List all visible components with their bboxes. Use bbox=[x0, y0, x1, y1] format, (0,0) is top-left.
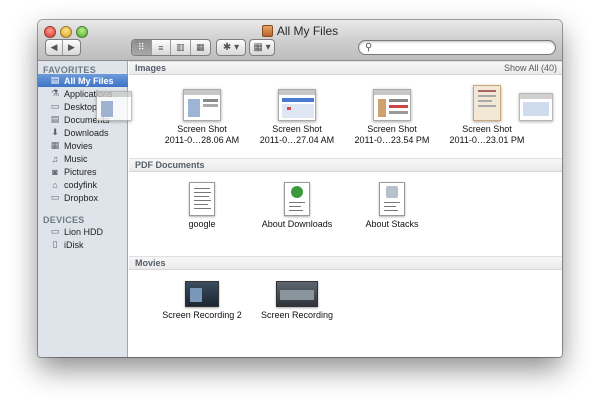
pictures-icon: ◙ bbox=[52, 166, 58, 177]
devices-heading: DEVICES bbox=[43, 215, 85, 225]
search-field[interactable]: ⚲ bbox=[358, 40, 556, 55]
screenshot-thumbnail bbox=[183, 89, 221, 121]
movie-file-item[interactable]: Screen Recording 2 bbox=[154, 281, 250, 321]
file-name: google bbox=[188, 219, 216, 229]
pdf-file-item[interactable]: google bbox=[154, 182, 250, 230]
applications-icon: ⚗ bbox=[50, 88, 60, 98]
sidebar-item-label: Movies bbox=[64, 140, 93, 151]
arrange-icon: ▦ ▾ bbox=[253, 42, 271, 53]
pdf-section-title: PDF Documents bbox=[135, 160, 205, 170]
forward-arrow-icon: ▶ bbox=[68, 42, 75, 52]
pdf-file-item[interactable]: About Downloads bbox=[249, 182, 345, 230]
sidebar-item-lion-hdd[interactable]: ▭ Lion HDD bbox=[38, 225, 128, 238]
finder-window: All My Files ◀ ▶ ⠿ ≡ ▥ ▦ ✱ ▾ ▦ ▾ ⚲ FAVOR… bbox=[38, 20, 562, 357]
pdf-document-icon bbox=[284, 182, 310, 216]
pdf-document-icon bbox=[189, 182, 215, 216]
image-file-item[interactable]: Screen Shot 2011-0…28.06 AM bbox=[154, 89, 250, 146]
show-all-images-button[interactable]: Show All (40) bbox=[504, 63, 557, 73]
arrange-menu-button[interactable]: ▦ ▾ bbox=[249, 39, 275, 56]
images-section-title: Images bbox=[135, 63, 167, 73]
calendar-screenshot-thumbnail bbox=[278, 89, 316, 121]
screenshot-thumbnail bbox=[373, 89, 411, 121]
file-name-line2: 2011-0…23.01 PM bbox=[449, 135, 525, 145]
sidebar-item-music[interactable]: ♫ Music bbox=[38, 152, 128, 165]
all-my-files-title-icon bbox=[261, 25, 273, 37]
file-name-line2: 2011-0…23.54 PM bbox=[354, 135, 430, 145]
file-name-line1: Screen Shot bbox=[367, 124, 417, 134]
sidebar-item-label: iDisk bbox=[64, 239, 84, 250]
sidebar-item-label: Pictures bbox=[64, 166, 97, 177]
pdf-file-item[interactable]: About Stacks bbox=[344, 182, 440, 230]
sidebar-item-idisk[interactable]: ▯ iDisk bbox=[38, 238, 128, 251]
desktop-icon: ▭ bbox=[50, 101, 60, 111]
file-name-line1: Screen Shot bbox=[272, 124, 322, 134]
all-files-icon: ▤ bbox=[50, 75, 60, 85]
image-file-item[interactable]: Screen Shot 2011-0…27.04 AM bbox=[249, 89, 345, 146]
search-icon: ⚲ bbox=[365, 42, 373, 53]
cover-flow-button[interactable]: ▦ bbox=[191, 40, 210, 55]
sidebar-item-label: All My Files bbox=[64, 75, 114, 86]
column-view-icon: ▥ bbox=[175, 42, 185, 52]
pdf-document-icon bbox=[379, 182, 405, 216]
window-title: All My Files bbox=[38, 24, 562, 38]
action-menu-button[interactable]: ✱ ▾ bbox=[216, 39, 246, 56]
music-icon: ♫ bbox=[51, 153, 59, 164]
downloads-icon: ⬇ bbox=[51, 127, 59, 137]
home-icon: ⌂ bbox=[52, 179, 58, 190]
file-name: Screen Recording 2 bbox=[162, 310, 242, 320]
movies-icon: ▦ bbox=[50, 140, 60, 150]
movies-section-title: Movies bbox=[135, 258, 166, 268]
sidebar-item-label: Dropbox bbox=[64, 192, 99, 203]
dropbox-icon: ▭ bbox=[50, 192, 60, 202]
file-name-line2: 2011-0…28.06 AM bbox=[164, 135, 240, 145]
sidebar-item-label: Music bbox=[64, 153, 88, 164]
document-screenshot-thumbnail bbox=[473, 85, 501, 121]
screenshot-thumbnail bbox=[519, 93, 553, 121]
back-button[interactable]: ◀ bbox=[46, 40, 63, 55]
movie-thumbnail bbox=[276, 281, 318, 307]
file-name: About Stacks bbox=[365, 219, 419, 229]
movie-thumbnail bbox=[185, 281, 219, 307]
search-input[interactable] bbox=[377, 42, 547, 53]
gear-icon: ✱ ▾ bbox=[222, 42, 240, 53]
screenshot-thumbnail bbox=[96, 91, 132, 121]
image-file-item[interactable]: Screen Shot 2011-0…23.54 PM bbox=[344, 89, 440, 146]
sidebar-item-downloads[interactable]: ⬇ Downloads bbox=[38, 126, 128, 139]
file-name-line1: Screen Shot bbox=[462, 124, 512, 134]
file-name: About Downloads bbox=[261, 219, 333, 229]
view-mode-control: ⠿ ≡ ▥ ▦ bbox=[131, 39, 211, 56]
file-browser: Images Show All (40) Screen Shot 2011-0…… bbox=[96, 61, 562, 357]
sidebar-item-label: codyfink bbox=[64, 179, 98, 190]
image-strip-right-thumbnail[interactable] bbox=[517, 93, 562, 124]
movies-section-header: Movies bbox=[129, 256, 562, 270]
icon-view-icon: ⠿ bbox=[137, 42, 145, 52]
file-name-line2: 2011-0…27.04 AM bbox=[259, 135, 335, 145]
sidebar-item-dropbox[interactable]: ▭ Dropbox bbox=[38, 191, 128, 204]
image-strip-left-thumbnail[interactable] bbox=[74, 91, 134, 124]
movie-file-item[interactable]: Screen Recording bbox=[249, 281, 345, 321]
sidebar-item-label: Lion HDD bbox=[64, 226, 104, 237]
file-name-line1: Screen Shot bbox=[177, 124, 227, 134]
list-view-button[interactable]: ≡ bbox=[152, 40, 171, 55]
cover-flow-icon: ▦ bbox=[195, 42, 205, 52]
sidebar-item-movies[interactable]: ▦ Movies bbox=[38, 139, 128, 152]
column-view-button[interactable]: ▥ bbox=[171, 40, 191, 55]
icon-view-button[interactable]: ⠿ bbox=[132, 40, 152, 55]
idisk-icon: ▯ bbox=[52, 239, 58, 249]
back-forward-control: ◀ ▶ bbox=[45, 39, 81, 56]
forward-button[interactable]: ▶ bbox=[63, 40, 80, 55]
hard-drive-icon: ▭ bbox=[50, 226, 60, 236]
list-view-icon: ≡ bbox=[158, 42, 164, 53]
file-name: Screen Recording bbox=[260, 310, 334, 320]
images-section-header: Images Show All (40) bbox=[129, 61, 562, 75]
sidebar-item-all-my-files[interactable]: ▤ All My Files bbox=[38, 74, 128, 87]
back-arrow-icon: ◀ bbox=[50, 42, 58, 52]
sidebar-item-label: Downloads bbox=[64, 127, 109, 138]
title-bar: All My Files ◀ ▶ ⠿ ≡ ▥ ▦ ✱ ▾ ▦ ▾ ⚲ bbox=[38, 20, 562, 61]
sidebar-item-pictures[interactable]: ◙ Pictures bbox=[38, 165, 128, 178]
sidebar-item-codyfink[interactable]: ⌂ codyfink bbox=[38, 178, 128, 191]
window-title-label: All My Files bbox=[276, 24, 339, 38]
pdf-section-header: PDF Documents bbox=[129, 158, 562, 172]
documents-icon: ▤ bbox=[50, 114, 60, 124]
